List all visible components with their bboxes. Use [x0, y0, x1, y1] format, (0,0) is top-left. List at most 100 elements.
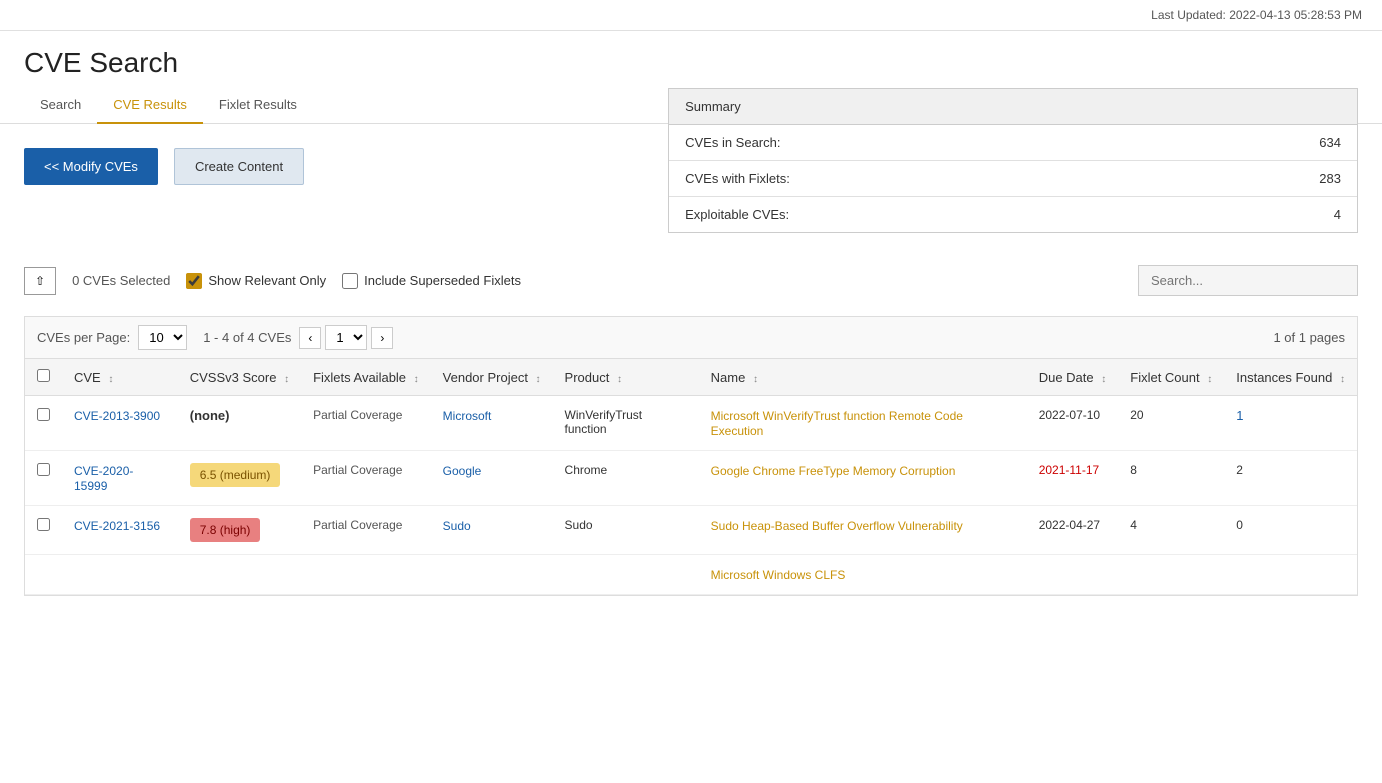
per-page-select[interactable]: 10 25 50	[138, 325, 187, 350]
col-header-cve[interactable]: CVE ↕	[62, 359, 178, 396]
name-link[interactable]: Microsoft WinVerifyTrust function Remote…	[711, 409, 963, 438]
row-vendor: Sudo	[431, 506, 553, 555]
row-name: Microsoft Windows CLFS	[699, 555, 1027, 595]
search-input[interactable]	[1138, 265, 1358, 296]
row-fixlet-count: 4	[1118, 506, 1224, 555]
row-fixlet-count: 20	[1118, 396, 1224, 451]
page-title: CVE Search	[0, 31, 1382, 87]
row-instances	[1224, 555, 1357, 595]
cvss-badge: 7.8 (high)	[190, 518, 261, 542]
summary-header: Summary	[669, 89, 1357, 125]
next-page-button[interactable]: ›	[371, 327, 393, 349]
row-product: WinVerifyTrust function	[553, 396, 699, 451]
tab-search[interactable]: Search	[24, 87, 97, 124]
row-cvss	[178, 555, 301, 595]
row-name: Microsoft WinVerifyTrust function Remote…	[699, 396, 1027, 451]
table-row: Microsoft Windows CLFS	[25, 555, 1357, 595]
create-content-button[interactable]: Create Content	[174, 148, 304, 185]
sort-icon-due-date: ↕	[1101, 374, 1106, 385]
sort-icon-product: ↕	[617, 374, 622, 385]
layout-top: << Modify CVEs Create Content Summary CV…	[24, 148, 1358, 233]
name-link[interactable]: Google Chrome FreeType Memory Corruption	[711, 464, 956, 478]
summary-row-cves-with-fixlets: CVEs with Fixlets: 283	[669, 161, 1357, 197]
summary-panel: Summary CVEs in Search: 634 CVEs with Fi…	[668, 88, 1358, 233]
top-bar: Last Updated: 2022-04-13 05:28:53 PM	[0, 0, 1382, 31]
row-due-date: 2022-04-27	[1027, 506, 1119, 555]
sort-icon-fixlet-count: ↕	[1207, 374, 1212, 385]
cve-link[interactable]: CVE-2021-3156	[74, 519, 160, 533]
row-checkbox-cell	[25, 555, 62, 595]
table-row: CVE-2013-3900 (none)Partial Coverage Micro…	[25, 396, 1357, 451]
col-header-product[interactable]: Product ↕	[553, 359, 699, 396]
col-header-due-date[interactable]: Due Date ↕	[1027, 359, 1119, 396]
tab-fixlet-results[interactable]: Fixlet Results	[203, 87, 313, 124]
modify-cves-button[interactable]: << Modify CVEs	[24, 148, 158, 185]
row-fixlets: Partial Coverage	[301, 506, 431, 555]
summary-label-cves-in-search: CVEs in Search:	[685, 135, 780, 150]
row-fixlets: Partial Coverage	[301, 396, 431, 451]
row-checkbox-cell	[25, 506, 62, 555]
row-cvss: 6.5 (medium)	[178, 451, 301, 506]
row-due-date	[1027, 555, 1119, 595]
row-checkbox[interactable]	[37, 408, 50, 421]
row-vendor	[431, 555, 553, 595]
col-header-instances[interactable]: Instances Found ↕	[1224, 359, 1357, 396]
sort-icon-instances: ↕	[1340, 374, 1345, 385]
row-cve: CVE-2020-15999	[62, 451, 178, 506]
row-name: Sudo Heap-Based Buffer Overflow Vulnerab…	[699, 506, 1027, 555]
instances-link[interactable]: 1	[1236, 408, 1243, 423]
row-checkbox-cell	[25, 396, 62, 451]
top-actions: << Modify CVEs Create Content	[24, 148, 304, 185]
col-header-name[interactable]: Name ↕	[699, 359, 1027, 396]
summary-label-exploitable-cves: Exploitable CVEs:	[685, 207, 789, 222]
row-cve: CVE-2013-3900	[62, 396, 178, 451]
controls-bar: ⇧ 0 CVEs Selected Show Relevant Only Inc…	[24, 257, 1358, 304]
include-superseded-label[interactable]: Include Superseded Fixlets	[342, 273, 521, 289]
col-header-fixlet-count[interactable]: Fixlet Count ↕	[1118, 359, 1224, 396]
col-header-fixlets[interactable]: Fixlets Available ↕	[301, 359, 431, 396]
export-icon: ⇧	[35, 274, 45, 288]
export-button[interactable]: ⇧	[24, 267, 56, 295]
col-header-cvss[interactable]: CVSSv3 Score ↕	[178, 359, 301, 396]
table-header-row: CVE ↕ CVSSv3 Score ↕ Fixlets Available ↕…	[25, 359, 1357, 396]
select-all-checkbox[interactable]	[37, 369, 50, 382]
main-content: << Modify CVEs Create Content Summary CV…	[0, 124, 1382, 620]
vendor-link[interactable]: Google	[443, 464, 482, 478]
summary-label-cves-with-fixlets: CVEs with Fixlets:	[685, 171, 790, 186]
row-instances: 2	[1224, 451, 1357, 506]
row-checkbox[interactable]	[37, 518, 50, 531]
prev-page-button[interactable]: ‹	[299, 327, 321, 349]
col-header-vendor[interactable]: Vendor Project ↕	[431, 359, 553, 396]
include-superseded-checkbox[interactable]	[342, 273, 358, 289]
row-fixlet-count	[1118, 555, 1224, 595]
row-checkbox-cell	[25, 451, 62, 506]
show-relevant-only-text: Show Relevant Only	[208, 273, 326, 288]
tab-cve-results[interactable]: CVE Results	[97, 87, 203, 124]
table-row: CVE-2020-15999 6.5 (medium)Partial Covera…	[25, 451, 1357, 506]
row-cve: CVE-2021-3156	[62, 506, 178, 555]
show-relevant-only-label[interactable]: Show Relevant Only	[186, 273, 326, 289]
sort-icon-vendor: ↕	[536, 374, 541, 385]
page-info: 1 of 1 pages	[1273, 330, 1345, 345]
name-link[interactable]: Sudo Heap-Based Buffer Overflow Vulnerab…	[711, 519, 963, 533]
row-cvss: (none)	[178, 396, 301, 451]
cve-link[interactable]: CVE-2020-15999	[74, 464, 133, 493]
row-fixlets: Partial Coverage	[301, 451, 431, 506]
summary-row-cves-in-search: CVEs in Search: 634	[669, 125, 1357, 161]
row-checkbox[interactable]	[37, 463, 50, 476]
select-all-header	[25, 359, 62, 396]
row-vendor: Google	[431, 451, 553, 506]
row-fixlets	[301, 555, 431, 595]
summary-col: Summary CVEs in Search: 634 CVEs with Fi…	[328, 148, 1358, 233]
row-name: Google Chrome FreeType Memory Corruption	[699, 451, 1027, 506]
vendor-link[interactable]: Microsoft	[443, 409, 492, 423]
include-superseded-text: Include Superseded Fixlets	[364, 273, 521, 288]
show-relevant-only-checkbox[interactable]	[186, 273, 202, 289]
row-instances: 0	[1224, 506, 1357, 555]
row-product	[553, 555, 699, 595]
page-select[interactable]: 1	[325, 325, 367, 350]
name-link[interactable]: Microsoft Windows CLFS	[711, 568, 846, 582]
pagination-bar: CVEs per Page: 10 25 50 1 - 4 of 4 CVEs …	[24, 316, 1358, 358]
cve-link[interactable]: CVE-2013-3900	[74, 409, 160, 423]
vendor-link[interactable]: Sudo	[443, 519, 471, 533]
